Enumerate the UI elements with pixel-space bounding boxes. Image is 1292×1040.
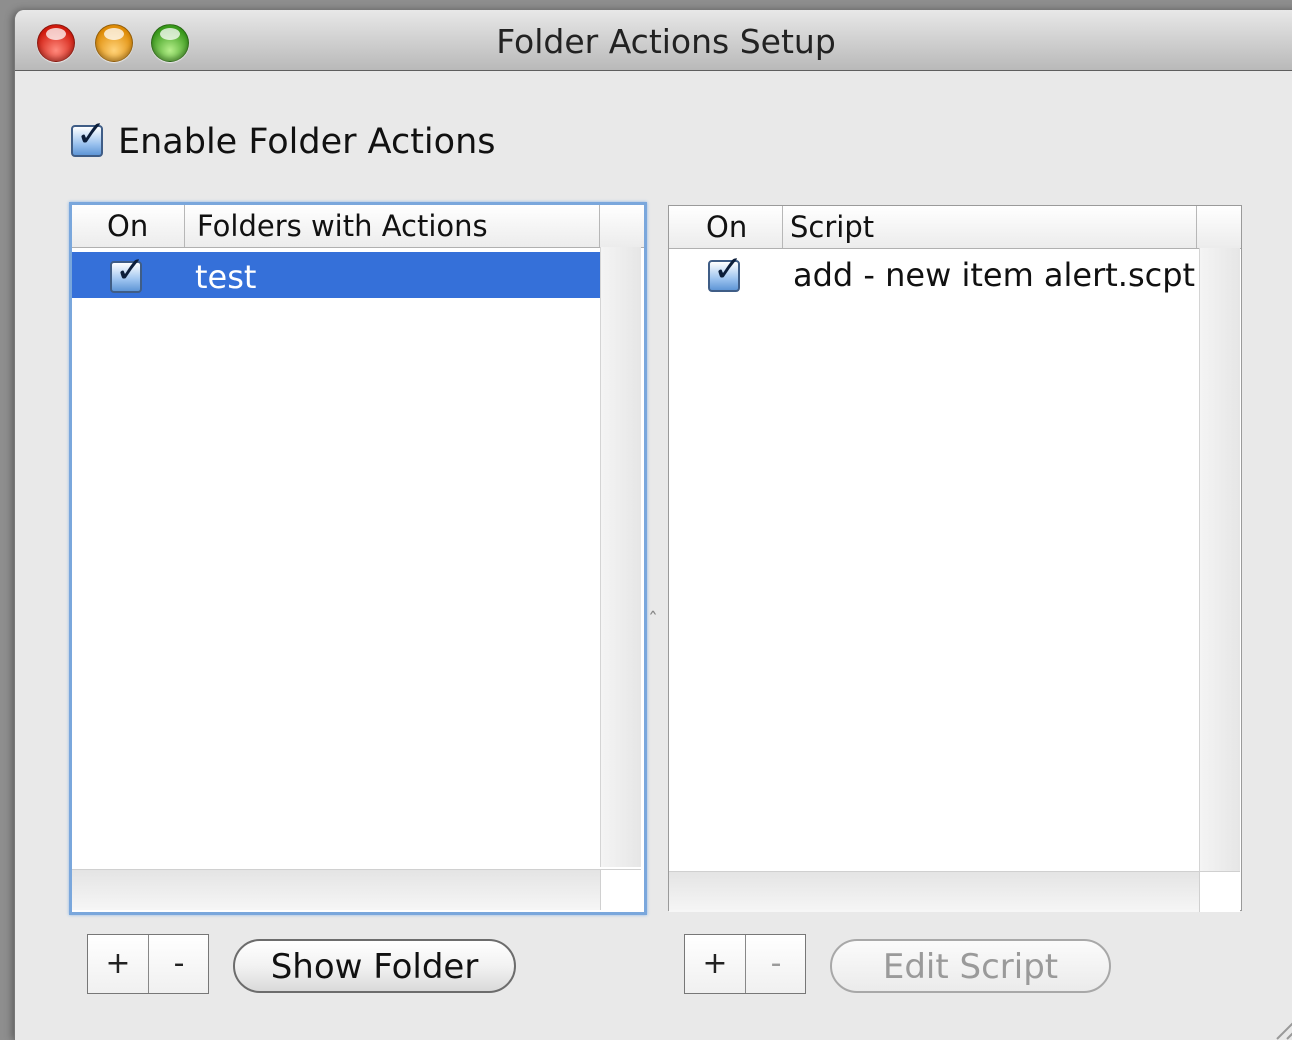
column-header-script[interactable]: Script — [783, 206, 1197, 248]
checkmark-icon: ✓ — [115, 250, 146, 291]
scripts-table[interactable]: On Script ✓ add - new item alert.scpt — [668, 205, 1242, 912]
folders-horizontal-scrollbar[interactable] — [72, 869, 600, 910]
column-header-on[interactable]: On — [669, 206, 783, 248]
folders-vertical-scrollbar[interactable] — [600, 247, 641, 867]
edit-script-button[interactable]: Edit Script — [830, 939, 1111, 993]
checkmark-icon: ✓ — [713, 249, 744, 290]
enable-folder-actions-checkbox[interactable]: ✓ — [71, 117, 106, 157]
script-row[interactable]: ✓ add - new item alert.scpt — [669, 252, 1199, 298]
remove-folder-button[interactable]: - — [149, 935, 209, 993]
scripts-vertical-scrollbar[interactable] — [1199, 248, 1240, 871]
folder-enabled-checkbox[interactable]: ✓ — [110, 253, 145, 293]
remove-script-button[interactable]: - — [746, 935, 806, 993]
add-folder-button[interactable]: + — [88, 935, 149, 993]
folder-row[interactable]: ✓ test — [72, 252, 602, 298]
column-header-folders[interactable]: Folders with Actions — [185, 205, 600, 247]
folder-name: test — [195, 258, 257, 296]
title-bar[interactable]: Folder Actions Setup — [15, 10, 1292, 71]
add-script-button[interactable]: + — [685, 935, 746, 993]
folder-actions-window: Folder Actions Setup ✓ Enable Folder Act… — [14, 10, 1292, 1040]
resize-grip-icon[interactable] — [1271, 1006, 1292, 1040]
checkmark-icon: ✓ — [76, 114, 107, 155]
script-add-remove-control: + - — [684, 934, 806, 994]
split-view-handle[interactable]: ˆ — [648, 608, 658, 632]
enable-folder-actions-label[interactable]: Enable Folder Actions — [118, 122, 495, 162]
folder-add-remove-control: + - — [87, 934, 209, 994]
script-name: add - new item alert.scpt — [793, 256, 1196, 294]
script-enabled-checkbox[interactable]: ✓ — [708, 252, 743, 292]
column-header-on[interactable]: On — [72, 205, 185, 247]
window-title: Folder Actions Setup — [496, 22, 836, 61]
scripts-scroll-corner — [1199, 871, 1240, 912]
folders-scroll-corner — [600, 869, 641, 910]
scripts-table-header: On Script — [669, 206, 1241, 249]
show-folder-button[interactable]: Show Folder — [233, 939, 516, 993]
folders-table[interactable]: On Folders with Actions ✓ test — [69, 202, 647, 915]
scripts-horizontal-scrollbar[interactable] — [669, 871, 1199, 912]
folders-table-header: On Folders with Actions — [72, 205, 644, 248]
